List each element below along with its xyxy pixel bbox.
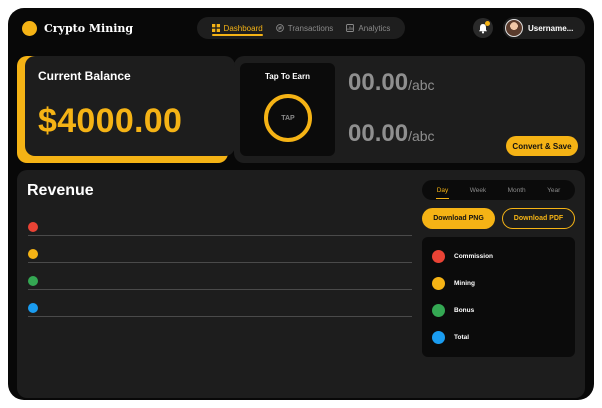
legend-dot <box>432 331 445 344</box>
earned-value-1: 00.00 <box>348 69 409 96</box>
nav-analytics-label: Analytics <box>358 23 391 33</box>
grid-icon <box>211 24 220 32</box>
tap-panel: Tap To Earn TAP <box>240 63 335 156</box>
main-nav: Dashboard Transactions Analytics <box>197 17 405 39</box>
period-day[interactable]: Day <box>435 180 449 200</box>
mining-dot <box>28 249 38 259</box>
nav-dashboard[interactable]: Dashboard <box>211 17 263 39</box>
legend-item-total: Total <box>432 331 469 344</box>
legend-label: Mining <box>454 280 475 287</box>
revenue-row-total <box>28 303 412 317</box>
period-month[interactable]: Month <box>508 180 526 200</box>
legend-dot <box>432 304 445 317</box>
commission-dot <box>28 222 38 232</box>
period-week[interactable]: Week <box>470 180 487 200</box>
legend-item-mining: Mining <box>432 277 475 290</box>
revenue-row-commission <box>28 222 412 236</box>
period-year[interactable]: Year <box>547 180 560 200</box>
balance-card: Current Balance $4000.00 <box>25 56 235 156</box>
earned-unit-1: /abc <box>408 77 435 93</box>
nav-dashboard-label: Dashboard <box>223 23 263 33</box>
app-name: Crypto Mining <box>44 21 134 35</box>
app-window: Crypto Mining Dashboard Transactions Ana… <box>8 8 594 400</box>
legend-label: Total <box>454 334 470 341</box>
earned-amount-1: 00.00/abc <box>348 69 435 97</box>
legend-dot <box>432 277 445 290</box>
total-dot <box>28 303 38 313</box>
avatar <box>505 19 523 37</box>
legend-dot <box>432 250 445 263</box>
username: Username... <box>528 23 574 33</box>
app-logo[interactable]: Crypto Mining <box>22 16 133 40</box>
tap-button[interactable]: TAP <box>264 94 312 142</box>
earned-unit-2: /abc <box>408 128 435 144</box>
download-pdf-button[interactable]: Download PDF <box>502 208 575 229</box>
revenue-row-mining <box>28 249 412 263</box>
nav-analytics[interactable]: Analytics <box>346 17 390 39</box>
period-selector: Day Week Month Year <box>422 180 575 200</box>
revenue-row-bonus <box>28 276 412 290</box>
chart-icon <box>346 24 355 32</box>
logo-icon <box>22 20 37 36</box>
nav-transactions[interactable]: Transactions <box>275 17 334 39</box>
revenue-legend: Commission Mining Bonus Total <box>422 237 575 357</box>
legend-label: Commission <box>454 253 494 260</box>
earned-value-2: 00.00 <box>348 120 409 147</box>
tap-title: Tap To Earn <box>264 72 311 81</box>
legend-item-bonus: Bonus <box>432 304 474 317</box>
balance-value: $4000.00 <box>38 102 183 140</box>
legend-item-commission: Commission <box>432 250 493 263</box>
balance-title: Current Balance <box>38 69 131 83</box>
bonus-dot <box>28 276 38 286</box>
earned-amount-2: 00.00/abc <box>348 120 435 148</box>
exchange-icon <box>275 24 284 32</box>
download-png-button[interactable]: Download PNG <box>422 208 495 229</box>
notification-badge <box>485 21 490 26</box>
notification-button[interactable] <box>473 18 493 38</box>
nav-transactions-label: Transactions <box>287 23 334 33</box>
user-menu[interactable]: Username... <box>503 17 585 39</box>
earn-card: Tap To Earn TAP 00.00/abc 00.00/abc Conv… <box>234 56 585 163</box>
revenue-panel: Revenue Day Week Month Year Download PNG… <box>17 170 585 398</box>
revenue-title: Revenue <box>27 182 94 199</box>
convert-save-button[interactable]: Convert & Save <box>506 136 578 156</box>
legend-label: Bonus <box>454 307 475 314</box>
